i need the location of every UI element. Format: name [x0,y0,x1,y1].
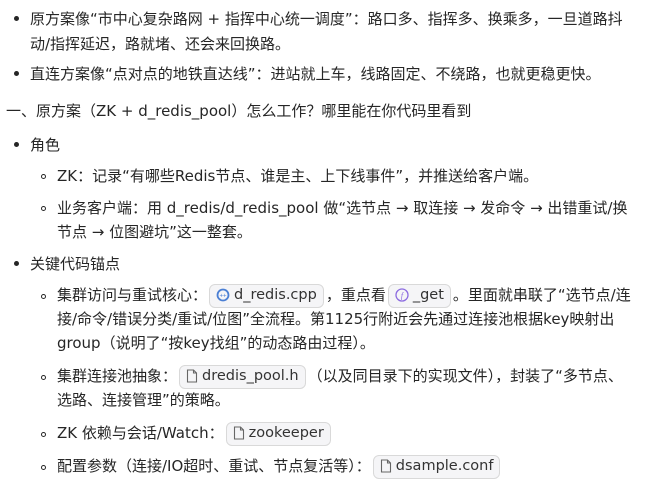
file-chip-dredis-pool-h[interactable]: dredis_pool.h [179,364,306,389]
file-chip-dsample-conf[interactable]: dsample.conf [372,454,501,479]
svg-text:f: f [401,291,405,300]
bullet-dot [14,142,19,147]
role-client-line1: 业务客户端：用 d_redis/d_redis_pool 做“选节点 → 取连接… [57,199,628,217]
file-name: dredis_pool.h [202,367,299,384]
function-chip-get[interactable]: f _get [387,283,451,308]
file-chip-zookeeper[interactable]: zookeeper [225,421,331,446]
anchor-3-line: ZK 依赖与会话/Watch： zookeeper [57,421,333,446]
anchor-1-line1: 集群访问与重试核心： ++ d_redis.cpp ，重点看 f _get 。里面就串联了“… [57,283,631,308]
paragraph-direct-analogy: 直连方案像“点对点的地铁直达线”：进站就上车，线路固定、不绕路，也就更稳更快。 [30,65,601,83]
roles-title: 角色 [30,136,61,154]
anchor-2-line1: 集群连接池抽象： dredis_pool.h （以及同目录下的实现文件），封装了“多… [57,364,623,389]
anchor-2-suffix: （以及同目录下的实现文件），封装了“多节点、 [307,367,623,385]
anchor-2-line2: 选路、连接管理”的策略。 [57,391,230,409]
bullet-dot [14,16,19,21]
role-zk: ZK：记录“有哪些Redis节点、谁是主、上下线事件”，并推送给客户端。 [57,167,539,185]
file-name: d_redis.cpp [234,286,317,303]
anchor-1-line3: group（说明了“按key找组”的动态路由过程）。 [57,334,375,352]
bullet-dot [14,71,19,76]
anchor-4-line: 配置参数（连接/IO超时、重试、节点复活等）： dsample.conf [57,454,502,479]
bullet-dot [14,261,19,266]
anchor-1-suffix: 。里面就串联了“选节点/连 [452,286,631,304]
file-icon [380,458,391,473]
anchor-3-prefix: ZK 依赖与会话/Watch： [57,424,224,442]
paragraph-original-analogy-line2: 动/指挥延迟，路就堵、还会来回换路。 [30,35,291,53]
sub-bullet [41,465,46,470]
cpp-file-icon: ++ [216,288,230,301]
sub-bullet [41,375,46,380]
sub-bullet [41,432,46,437]
function-name: _get [412,286,444,303]
file-icon [186,368,198,383]
file-name: dsample.conf [395,457,494,474]
file-icon [233,425,244,440]
sub-bullet [41,174,46,179]
anchor-4-prefix: 配置参数（连接/IO超时、重试、节点复活等）： [57,457,371,475]
file-chip-d-redis-cpp[interactable]: ++ d_redis.cpp [209,283,324,308]
anchor-2-prefix: 集群连接池抽象： [57,367,178,385]
paragraph-original-analogy-line1: 原方案像“市中心复杂路网 + 指挥中心统一调度”：路口多、指挥多、换乘多，一旦道… [30,10,623,28]
anchor-1-prefix: 集群访问与重试核心： [57,286,208,304]
sub-bullet [41,206,46,211]
anchors-title: 关键代码锚点 [30,255,121,273]
anchor-1-mid: ，重点看 [325,286,386,304]
function-icon: f [395,287,409,302]
section-heading: 一、原方案（ZK + d_redis_pool）怎么工作？哪里能在你代码里看到 [6,102,472,120]
role-client-line2: 节点 → 位图避坑”这一整套。 [57,223,252,241]
sub-bullet [41,294,46,299]
svg-text:++: ++ [220,293,228,299]
file-name: zookeeper [248,424,324,441]
document-page: 原方案像“市中心复杂路网 + 指挥中心统一调度”：路口多、指挥多、换乘多，一旦道… [0,0,665,490]
anchor-1-line2: 接/命令/错误分类/重试/位图”全流程。第1125行附近会先通过连接池根据key… [57,310,615,328]
